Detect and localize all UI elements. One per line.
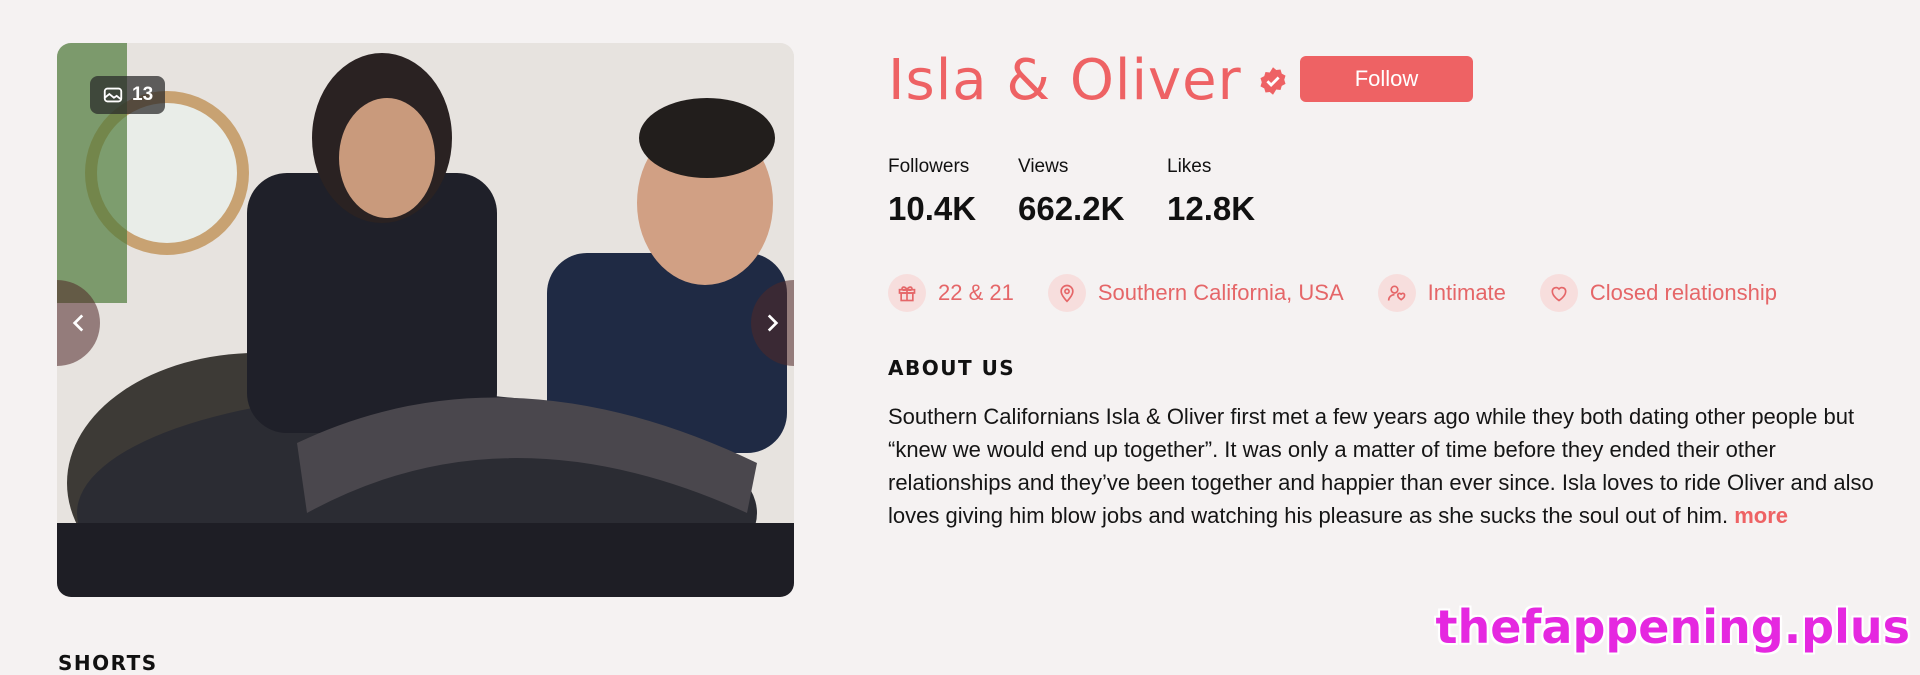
stat-value: 10.4K	[888, 190, 977, 227]
stat-label: Followers	[888, 156, 970, 177]
shorts-heading: SHORTS	[58, 651, 158, 675]
tag-age: 22 & 21	[888, 274, 1014, 312]
tag-intimacy: Intimate	[1377, 274, 1506, 312]
photo-count-badge: 13	[90, 76, 166, 114]
tag-text: Closed relationship	[1589, 280, 1778, 305]
profile-photo	[57, 43, 794, 597]
profile-title: Isla & Oliver	[888, 48, 1288, 113]
tag-relationship: Closed relationship	[1539, 274, 1778, 312]
user-heart-icon	[1377, 274, 1416, 312]
more-link[interactable]: more	[1734, 503, 1788, 528]
stat-label: Likes	[1167, 156, 1212, 177]
profile-name: Isla & Oliver	[888, 48, 1242, 113]
about-text: Southern Californians Isla & Oliver firs…	[888, 400, 1888, 532]
stat-value: 662.2K	[1018, 190, 1125, 227]
stat-likes: Likes 12.8K	[1167, 156, 1255, 228]
tag-text: Intimate	[1427, 280, 1506, 305]
gift-icon	[888, 274, 926, 312]
verified-badge-icon	[1260, 66, 1286, 95]
follow-button[interactable]: Follow	[1300, 56, 1473, 102]
heart-icon	[1539, 274, 1578, 312]
location-pin-icon	[1047, 274, 1086, 312]
chevron-right-icon	[767, 314, 779, 332]
photo-gallery[interactable]: 13	[57, 43, 794, 597]
watermark: thefappening.plus	[1435, 600, 1910, 654]
stat-label: Views	[1018, 156, 1069, 177]
chevron-left-icon	[72, 314, 84, 332]
stat-views: Views 662.2K	[1018, 156, 1124, 228]
gallery-icon	[103, 87, 123, 103]
photo-count: 13	[132, 84, 154, 105]
tag-location: Southern California, USA	[1047, 274, 1344, 312]
tag-text: Southern California, USA	[1097, 280, 1344, 305]
stat-value: 12.8K	[1167, 190, 1256, 227]
stat-followers: Followers 10.4K	[888, 156, 976, 228]
profile-tags: 22 & 21 Southern California, USA Intimat…	[888, 274, 1777, 312]
about-heading: ABOUT US	[888, 356, 1016, 380]
tag-text: 22 & 21	[938, 280, 1014, 305]
about-description: Southern Californians Isla & Oliver firs…	[888, 404, 1874, 528]
